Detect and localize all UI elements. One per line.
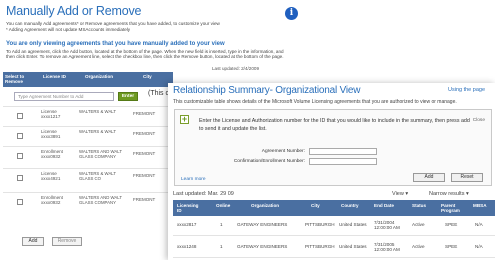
summary-table-header: Licensing ID Online Organization City Co…: [173, 200, 495, 216]
agreement-number-label: Agreement Number:: [261, 149, 305, 154]
country: United States: [339, 222, 367, 227]
column-header[interactable]: MBSA: [473, 203, 487, 208]
chevron-down-icon: ▾: [405, 191, 409, 197]
confirmation-number-field[interactable]: [309, 158, 377, 165]
learn-more-link[interactable]: Learn more: [181, 177, 206, 182]
table-row[interactable]: xxxx1248 1 GATEWAY ENGINEERS PITTSBURGH …: [173, 238, 495, 258]
licensing-id: xxxx1248: [177, 244, 197, 249]
select-checkbox[interactable]: [17, 199, 23, 205]
city: PITTSBURGH: [305, 244, 335, 249]
last-updated: Last updated: 2/4/2009: [212, 66, 259, 71]
country: United States: [339, 244, 367, 249]
chevron-down-icon: ▾: [465, 191, 469, 197]
using-the-page-link[interactable]: Using the page: [448, 87, 485, 93]
column-header[interactable]: Parent Program: [441, 203, 465, 213]
organization: WALTERS & WALT: [79, 129, 117, 134]
city: FREMONT: [133, 131, 156, 136]
table-row[interactable]: xxxx2817 1 GATEWAY ENGINEERS PITTSBURGH …: [173, 216, 495, 236]
add-button[interactable]: Add: [413, 173, 445, 182]
add-button[interactable]: Add: [22, 237, 44, 246]
remove-button[interactable]: Remove: [52, 237, 82, 246]
city: FREMONT: [133, 111, 156, 116]
column-header: City: [143, 74, 152, 79]
panel-title: Manually Add or Remove: [6, 4, 142, 18]
column-header[interactable]: Status: [412, 203, 426, 208]
parent-program: SPEE: [445, 222, 458, 227]
agreement-number-field[interactable]: [309, 148, 377, 155]
license-id: License xxxx1217: [41, 109, 61, 120]
intro-text: You can manually Add agreements* or Remo…: [6, 21, 276, 32]
plus-icon: +: [180, 114, 189, 124]
table-row: Enrollment xxxx0932 WALTERS AND WALT GLA…: [3, 192, 173, 211]
end-date: 7/31/2004 12:00:00 AM: [374, 220, 400, 231]
reset-button[interactable]: Reset: [451, 173, 483, 182]
parent-program: SPEE: [445, 244, 458, 249]
narrow-results-menu[interactable]: Narrow results ▾: [429, 191, 469, 197]
licensing-id: xxxx2817: [177, 222, 197, 227]
organization: WALTERS & WALT GLASS CO: [79, 171, 117, 182]
online: 1: [220, 244, 223, 249]
table-row: License xxxx3891 WALTERS & WALT FREMONT: [3, 126, 173, 145]
select-checkbox[interactable]: [17, 133, 23, 139]
city: FREMONT: [133, 151, 156, 156]
view-label: View: [392, 191, 404, 197]
panel-title: Relationship Summary- Organizational Vie…: [173, 85, 361, 96]
confirmation-number-label: Confirmation/Enrollment Number:: [233, 159, 305, 164]
column-header[interactable]: City: [311, 203, 320, 208]
license-id: Enrollment xxxx0932: [41, 195, 63, 206]
close-button[interactable]: Close: [473, 118, 485, 123]
table-row: License xxxx4921 WALTERS & WALT GLASS CO…: [3, 168, 173, 187]
intro-note: * Adding Agreement will not update MSAcc…: [6, 26, 131, 32]
agreement-number-input[interactable]: Type Agreement Number to Add: [14, 92, 114, 101]
mbsa: N/A: [475, 244, 483, 249]
city: PITTSBURGH: [305, 222, 335, 227]
select-checkbox[interactable]: [17, 153, 23, 159]
table-row: License xxxx1217 WALTERS & WALT FREMONT: [3, 106, 173, 125]
city: FREMONT: [133, 197, 156, 202]
city: FREMONT: [133, 173, 156, 178]
last-updated: Last updated: Mar. 29 09: [173, 191, 234, 197]
column-header: Select to Remove: [5, 74, 25, 84]
narrow-results-label: Narrow results: [429, 191, 465, 197]
info-icon[interactable]: i: [285, 7, 298, 20]
status: Active: [412, 244, 425, 249]
select-checkbox[interactable]: [17, 113, 23, 119]
organization: GATEWAY ENGINEERS: [237, 244, 288, 249]
panel-description: This customizable table shows details of…: [173, 99, 457, 105]
instructions-text: To Add an agreement, click the Add butto…: [6, 49, 284, 60]
mbsa: N/A: [475, 222, 483, 227]
organization: GATEWAY ENGINEERS: [237, 222, 288, 227]
column-header: License ID: [43, 74, 66, 79]
column-header[interactable]: Organization: [251, 203, 279, 208]
column-header: Organization: [85, 74, 114, 79]
organization: WALTERS AND WALT GLASS COMPANY: [79, 149, 122, 160]
license-id: Enrollment xxxx0932: [41, 149, 63, 160]
select-checkbox[interactable]: [17, 175, 23, 181]
license-id: License xxxx3891: [41, 129, 61, 140]
view-menu[interactable]: View ▾: [392, 191, 408, 197]
relationship-summary-panel: Relationship Summary- Organizational Vie…: [168, 83, 495, 260]
column-header[interactable]: End Date: [374, 203, 394, 208]
status: Active: [412, 222, 425, 227]
enter-button[interactable]: Enter: [118, 92, 138, 101]
entry-instructions: Enter the License and Authorization numb…: [199, 118, 470, 132]
agreement-table-header: Select to Remove License ID Organization…: [3, 72, 173, 87]
organization: WALTERS AND WALT GLASS COMPANY: [79, 195, 122, 206]
column-header[interactable]: Online: [216, 203, 230, 208]
column-header[interactable]: Licensing ID: [177, 203, 203, 213]
organization: WALTERS & WALT: [79, 109, 117, 114]
license-id: License xxxx4921: [41, 171, 61, 182]
add-agreement-box: + Enter the License and Authorization nu…: [174, 109, 492, 186]
online: 1: [220, 222, 223, 227]
column-header[interactable]: Country: [341, 203, 359, 208]
table-row: Enrollment xxxx0932 WALTERS AND WALT GLA…: [3, 146, 173, 165]
end-date: 7/31/2005 12:00:00 AM: [374, 242, 400, 253]
section-subhead: You are only viewing agreements that you…: [6, 41, 225, 47]
